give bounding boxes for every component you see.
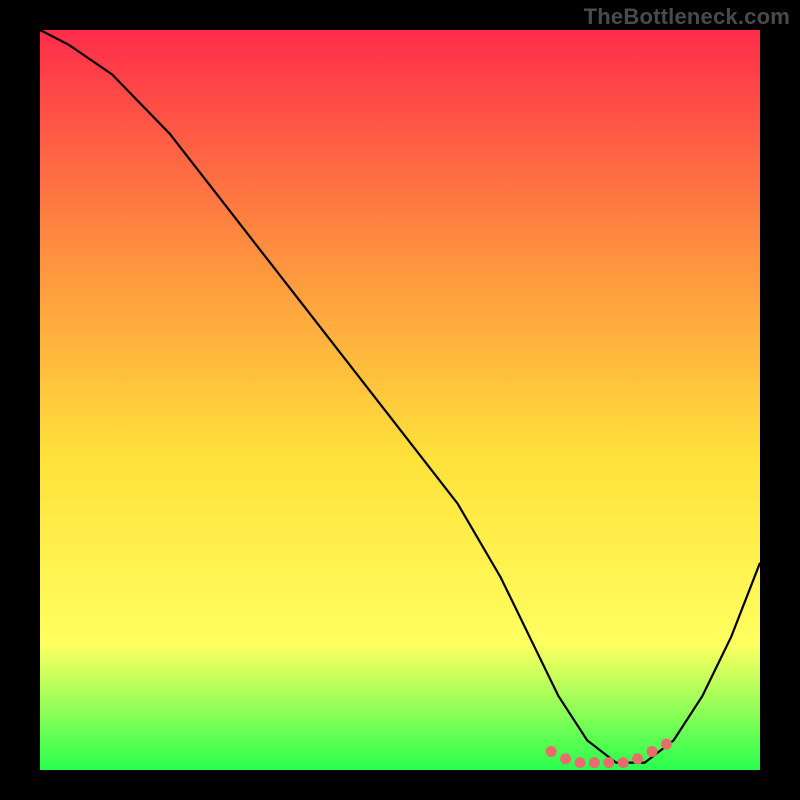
marker-dot bbox=[575, 757, 586, 768]
marker-dot bbox=[589, 757, 600, 768]
marker-dot bbox=[603, 757, 614, 768]
marker-dot bbox=[661, 739, 672, 750]
watermark-text: TheBottleneck.com bbox=[584, 4, 790, 30]
gradient-background bbox=[40, 30, 760, 770]
marker-dot bbox=[647, 746, 658, 757]
marker-dot bbox=[560, 753, 571, 764]
marker-dot bbox=[618, 757, 629, 768]
chart-svg bbox=[40, 30, 760, 770]
chart-frame: TheBottleneck.com bbox=[0, 0, 800, 800]
marker-dot bbox=[632, 753, 643, 764]
plot-area bbox=[40, 30, 760, 770]
marker-dot bbox=[546, 746, 557, 757]
